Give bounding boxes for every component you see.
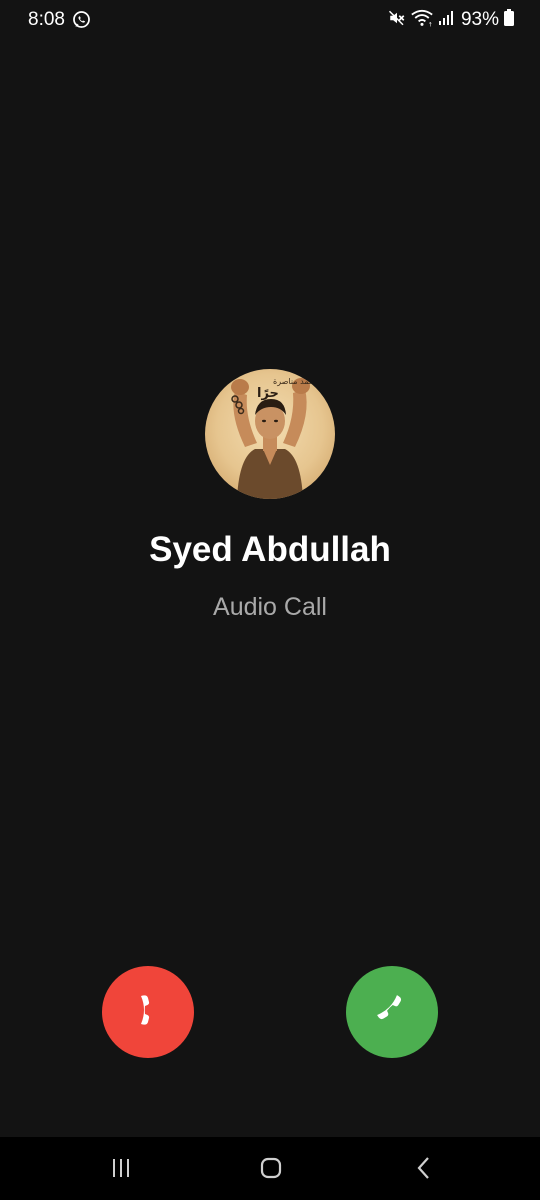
avatar-text-line1: أحمد مناصرة <box>273 376 316 386</box>
status-time: 8:08 <box>28 9 65 30</box>
phone-decline-icon <box>128 990 168 1035</box>
decline-call-button[interactable] <box>102 966 194 1058</box>
status-icons: ↑↓ 93% <box>383 8 514 32</box>
battery-icon <box>504 9 514 31</box>
mute-icon <box>388 9 406 32</box>
back-icon <box>413 1156 435 1185</box>
signal-icon <box>438 10 454 31</box>
home-icon <box>259 1156 283 1185</box>
incoming-call-screen: 8:08 ↑ 93% أحمد مناصرة حرًا Syed Abdulla… <box>0 0 540 1200</box>
home-button[interactable] <box>256 1155 286 1185</box>
wifi-icon: ↑↓ <box>411 9 438 32</box>
status-bar: 8:08 ↑ 93% <box>0 0 540 40</box>
accept-call-button[interactable] <box>346 966 438 1058</box>
battery-percent: 93% <box>460 9 499 30</box>
svg-text:↑↓: ↑↓ <box>428 21 433 27</box>
recents-icon <box>109 1157 133 1184</box>
phone-accept-icon <box>372 990 412 1035</box>
avatar-text-line2: حرًا <box>257 386 279 401</box>
call-type-label: Audio Call <box>213 593 327 621</box>
back-button[interactable] <box>409 1155 439 1185</box>
caller-name: Syed Abdullah <box>149 530 391 569</box>
navigation-bar <box>0 1137 540 1200</box>
recents-button[interactable] <box>106 1155 136 1185</box>
caller-avatar: أحمد مناصرة حرًا <box>205 369 335 499</box>
whatsapp-icon <box>72 10 91 29</box>
